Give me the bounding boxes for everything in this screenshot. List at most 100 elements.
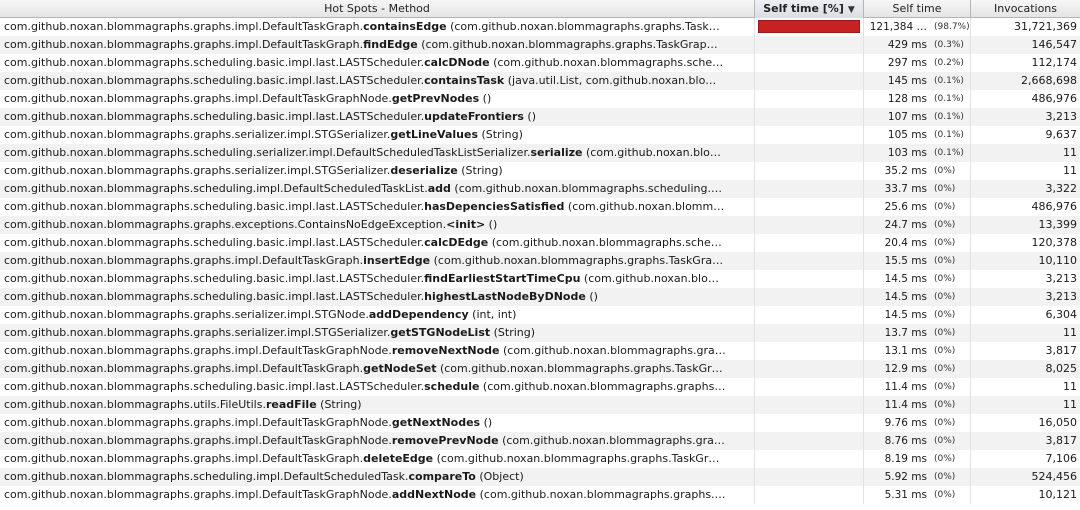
column-header-self-time-percent-label: Self time [%] (763, 2, 844, 15)
invocations-cell: 31,721,369 (1014, 20, 1077, 33)
self-time-bar-cell (755, 126, 864, 144)
self-time-bar-cell (755, 360, 864, 378)
table-row[interactable]: com.github.noxan.blommagraphs.graphs.imp… (0, 486, 1080, 504)
method-args: (com.github.noxan.blommagraphs.sche… (489, 56, 724, 69)
table-row[interactable]: com.github.noxan.blommagraphs.graphs.imp… (0, 414, 1080, 432)
self-time-percent: (0.1%) (934, 76, 964, 86)
method-name: containsTask (424, 74, 505, 87)
method-name: containsEdge (363, 20, 447, 33)
invocations-cell: 146,547 (1031, 38, 1078, 51)
column-header-invocations[interactable]: Invocations (971, 0, 1080, 18)
method-class-prefix: com.github.noxan.blommagraphs.utils.File… (4, 398, 266, 411)
self-time-bar-cell (755, 450, 864, 468)
table-row[interactable]: com.github.noxan.blommagraphs.scheduling… (0, 144, 1080, 162)
self-time-cell: 20.4 ms (0%) (864, 234, 971, 252)
method-class-prefix: com.github.noxan.blommagraphs.graphs.ser… (4, 128, 391, 141)
self-time-value: 145 ms (887, 75, 927, 87)
method-name: findEdge (363, 38, 418, 51)
self-time-cell: 8.76 ms (0%) (864, 432, 971, 450)
method-args: (com.github.noxan.blommagraphs.gra… (499, 344, 726, 357)
method-class-prefix: com.github.noxan.blommagraphs.graphs.ser… (4, 164, 391, 177)
table-row[interactable]: com.github.noxan.blommagraphs.graphs.imp… (0, 252, 1080, 270)
table-row[interactable]: com.github.noxan.blommagraphs.graphs.imp… (0, 450, 1080, 468)
table-row[interactable]: com.github.noxan.blommagraphs.graphs.imp… (0, 90, 1080, 108)
method-class-prefix: com.github.noxan.blommagraphs.graphs.imp… (4, 416, 392, 429)
invocations-cell: 10,110 (1038, 254, 1078, 267)
method-args: (com.github.noxan.blommagraphs.graphs.Ta… (436, 362, 723, 375)
method-cell: com.github.noxan.blommagraphs.graphs.imp… (0, 360, 755, 378)
table-row[interactable]: com.github.noxan.blommagraphs.scheduling… (0, 288, 1080, 306)
self-time-cell: 35.2 ms (0%) (864, 162, 971, 180)
table-row[interactable]: com.github.noxan.blommagraphs.scheduling… (0, 378, 1080, 396)
method-cell: com.github.noxan.blommagraphs.graphs.imp… (0, 486, 755, 504)
self-time-cell: 14.5 ms (0%) (864, 270, 971, 288)
method-name: insertEdge (363, 254, 431, 267)
method-cell: com.github.noxan.blommagraphs.graphs.ser… (0, 324, 755, 342)
self-time-value: 11.4 ms (884, 381, 927, 393)
table-row[interactable]: com.github.noxan.blommagraphs.graphs.ser… (0, 126, 1080, 144)
self-time-cell: 9.76 ms (0%) (864, 414, 971, 432)
self-time-cell: 33.7 ms (0%) (864, 180, 971, 198)
method-args: (java.util.List, com.github.noxan.blo… (504, 74, 717, 87)
self-time-percent: (0%) (934, 454, 956, 464)
method-class-prefix: com.github.noxan.blommagraphs.scheduling… (4, 290, 425, 303)
self-time-bar (758, 20, 860, 33)
invocations-cell: 11 (1063, 326, 1077, 339)
self-time-percent: (0%) (934, 310, 956, 320)
table-row[interactable]: com.github.noxan.blommagraphs.graphs.imp… (0, 360, 1080, 378)
table-row[interactable]: com.github.noxan.blommagraphs.scheduling… (0, 72, 1080, 90)
method-args: (com.github.noxan.blommagraphs.graphs.Ta… (417, 38, 718, 51)
method-cell: com.github.noxan.blommagraphs.scheduling… (0, 270, 755, 288)
table-row[interactable]: com.github.noxan.blommagraphs.graphs.imp… (0, 342, 1080, 360)
invocations-cell: 7,106 (1045, 452, 1078, 465)
invocations-cell: 486,976 (1031, 92, 1078, 105)
self-time-percent: (0%) (934, 382, 956, 392)
self-time-percent: (0%) (934, 184, 956, 194)
column-header-self-time-percent[interactable]: Self time [%] ▼ (755, 0, 864, 18)
table-row[interactable]: com.github.noxan.blommagraphs.scheduling… (0, 468, 1080, 486)
table-row[interactable]: com.github.noxan.blommagraphs.graphs.ser… (0, 162, 1080, 180)
table-row[interactable]: com.github.noxan.blommagraphs.graphs.exc… (0, 216, 1080, 234)
method-args: () (480, 416, 493, 429)
method-args: (String) (457, 164, 503, 177)
table-row[interactable]: com.github.noxan.blommagraphs.scheduling… (0, 54, 1080, 72)
method-class-prefix: com.github.noxan.blommagraphs.scheduling… (4, 74, 425, 87)
method-args: (int, int) (468, 308, 517, 321)
table-row[interactable]: com.github.noxan.blommagraphs.scheduling… (0, 234, 1080, 252)
self-time-percent: (0.1%) (934, 148, 964, 158)
table-row[interactable]: com.github.noxan.blommagraphs.scheduling… (0, 108, 1080, 126)
method-cell: com.github.noxan.blommagraphs.scheduling… (0, 144, 755, 162)
table-row[interactable]: com.github.noxan.blommagraphs.graphs.imp… (0, 36, 1080, 54)
column-header-method[interactable]: Hot Spots - Method (0, 0, 755, 18)
method-class-prefix: com.github.noxan.blommagraphs.scheduling… (4, 236, 425, 249)
invocations-cell: 524,456 (1031, 470, 1078, 483)
table-row[interactable]: com.github.noxan.blommagraphs.scheduling… (0, 198, 1080, 216)
self-time-percent: (0.3%) (934, 40, 964, 50)
method-cell: com.github.noxan.blommagraphs.scheduling… (0, 108, 755, 126)
table-row[interactable]: com.github.noxan.blommagraphs.utils.File… (0, 396, 1080, 414)
method-name: getNodeSet (363, 362, 437, 375)
table-row[interactable]: com.github.noxan.blommagraphs.graphs.ser… (0, 306, 1080, 324)
method-name: readFile (265, 398, 317, 411)
table-row[interactable]: com.github.noxan.blommagraphs.graphs.ser… (0, 324, 1080, 342)
table-row[interactable]: com.github.noxan.blommagraphs.graphs.imp… (0, 18, 1080, 36)
self-time-bar-cell (755, 414, 864, 432)
self-time-bar-cell (755, 90, 864, 108)
method-cell: com.github.noxan.blommagraphs.scheduling… (0, 378, 755, 396)
self-time-percent: (0%) (934, 328, 956, 338)
method-args: (String) (316, 398, 362, 411)
method-cell: com.github.noxan.blommagraphs.graphs.imp… (0, 414, 755, 432)
self-time-cell: 25.6 ms (0%) (864, 198, 971, 216)
self-time-bar-cell (755, 162, 864, 180)
method-name: getNextNodes (391, 416, 481, 429)
column-header-self-time[interactable]: Self time (864, 0, 971, 18)
method-args: (com.github.noxan.blommagraphs.graphs.… (476, 488, 726, 501)
method-name: removePrevNode (391, 434, 499, 447)
table-row[interactable]: com.github.noxan.blommagraphs.scheduling… (0, 180, 1080, 198)
method-cell: com.github.noxan.blommagraphs.graphs.imp… (0, 90, 755, 108)
self-time-percent: (0.1%) (934, 130, 964, 140)
self-time-value: 103 ms (887, 147, 927, 159)
method-name: findEarliestStartTimeCpu (424, 272, 581, 285)
table-row[interactable]: com.github.noxan.blommagraphs.graphs.imp… (0, 432, 1080, 450)
table-row[interactable]: com.github.noxan.blommagraphs.scheduling… (0, 270, 1080, 288)
